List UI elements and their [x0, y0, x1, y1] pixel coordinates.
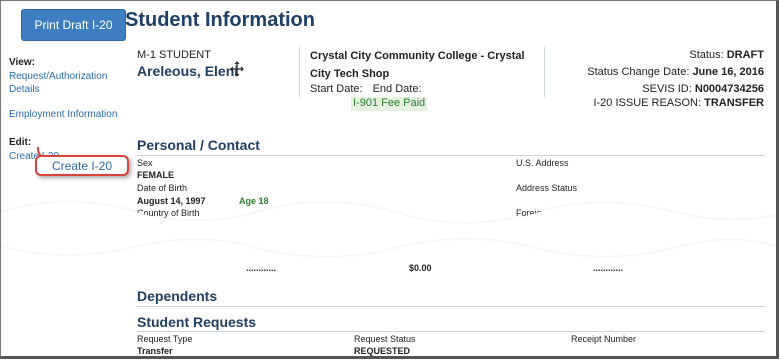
personal-contact-heading: Personal / Contact [137, 137, 260, 153]
status-change-value: June 16, 2016 [692, 66, 764, 78]
status-info: Status: DRAFT Status Change Date: June 1… [546, 47, 764, 97]
fragment-amount: $0.00 [409, 263, 432, 273]
sidebar: View: Request/Authorization Details Empl… [9, 57, 127, 163]
school-info: Crystal City Community College - Crystal… [299, 47, 545, 97]
us-address-label: U.S. Address [516, 158, 569, 168]
view-heading: View: [9, 57, 35, 68]
print-draft-i20-button[interactable]: Print Draft I-20 [21, 9, 126, 41]
receipt-number-header: Receipt Number [571, 334, 637, 344]
sex-value: FEMALE [137, 170, 174, 180]
fragment-dots-2: ............ [593, 263, 624, 273]
fee-paid-badge: I-901 Fee Paid [351, 97, 428, 111]
sex-label: Sex [137, 158, 153, 168]
status-value: DRAFT [726, 49, 764, 61]
torn-edge-divider [1, 202, 776, 256]
status-change-label: Status Change Date: [587, 66, 690, 78]
page-frame: Print Draft I-20 Student Information Vie… [0, 0, 779, 359]
start-date-label: Start Date: [310, 83, 363, 95]
edit-heading: Edit: [9, 137, 32, 148]
dob-label: Date of Birth [137, 183, 188, 193]
address-status-label: Address Status [516, 183, 578, 193]
school-name-line1: Crystal City Community College - Crystal [310, 50, 525, 62]
request-status-value: REQUESTED [354, 346, 411, 356]
issue-reason: I-20 ISSUE REASON: TRANSFER [546, 97, 764, 111]
page-title: Student Information [125, 9, 315, 31]
student-name: Areleous, Eleni [137, 63, 239, 79]
status-line: Status: DRAFT [546, 47, 764, 64]
status-change-line: Status Change Date: June 16, 2016 [546, 64, 764, 81]
employment-information-link[interactable]: Employment Information [9, 108, 127, 121]
issue-reason-label: I-20 ISSUE REASON: [593, 97, 702, 109]
program-dates: Start Date: End Date: [310, 83, 544, 95]
student-summary: M-1 STUDENT Areleous, Eleni [137, 47, 297, 97]
student-requests-rule [137, 331, 765, 332]
student-type: M-1 STUDENT [137, 49, 211, 61]
school-name-line2: City Tech Shop [310, 68, 390, 80]
status-label: Status: [689, 49, 724, 61]
end-date-label: End Date: [372, 83, 422, 95]
create-i20-callout: Create I-20 [35, 155, 129, 176]
sevis-label: SEVIS ID: [642, 83, 692, 95]
issue-reason-value: TRANSFER [704, 97, 764, 109]
dependents-heading: Dependents [137, 288, 218, 304]
personal-contact-rule [137, 155, 765, 156]
sevis-line: SEVIS ID: N0004734256 [546, 81, 764, 98]
request-authorization-details-link[interactable]: Request/Authorization Details [9, 70, 127, 96]
dependents-rule [137, 306, 765, 307]
student-requests-heading: Student Requests [137, 314, 257, 330]
sevis-value: N0004734256 [694, 83, 764, 95]
request-status-header: Request Status [354, 334, 416, 344]
request-type-value: Transfer [137, 346, 173, 356]
request-type-header: Request Type [137, 334, 193, 344]
move-cursor-icon [230, 61, 244, 77]
fragment-dots-1: ............ [246, 263, 277, 273]
